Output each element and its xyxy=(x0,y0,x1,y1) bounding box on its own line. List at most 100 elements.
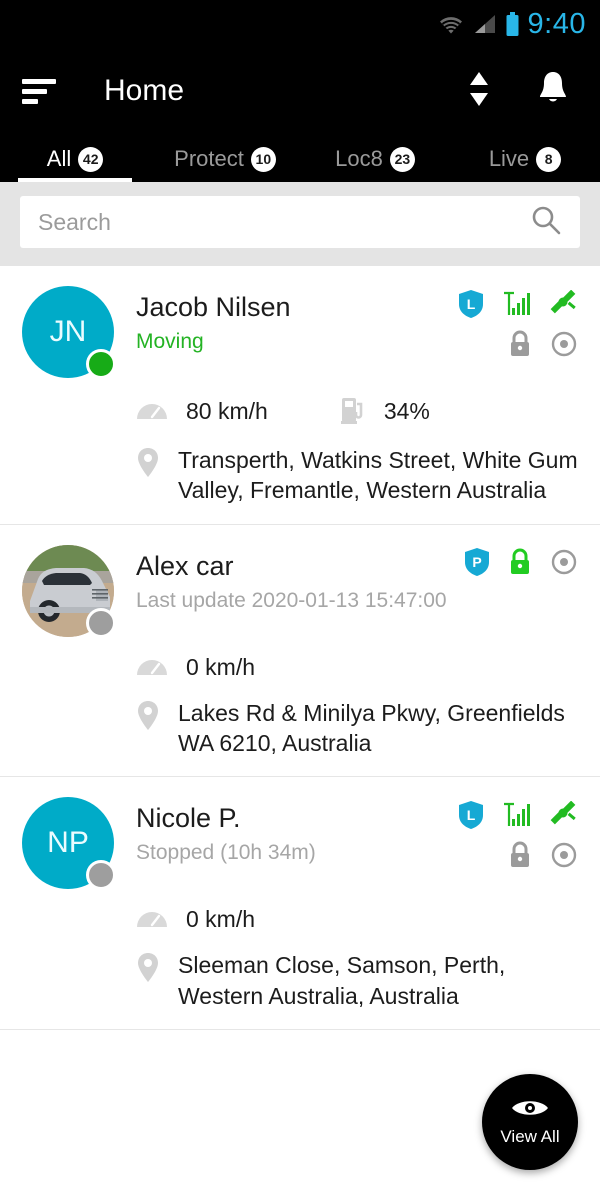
bell-icon[interactable] xyxy=(536,70,570,113)
target-icon[interactable] xyxy=(550,330,578,363)
tab-all-badge: 42 xyxy=(78,146,104,172)
target-icon[interactable] xyxy=(550,841,578,874)
wifi-icon xyxy=(437,13,465,35)
speed-metric: 80 km/h xyxy=(136,397,268,426)
satellite-icon xyxy=(548,289,578,323)
list-item-address: Transperth, Watkins Street, White Gum Va… xyxy=(22,445,578,506)
list-item-name: Nicole P. xyxy=(136,803,241,834)
list-item-header: JN Jacob Nilsen Moving L xyxy=(22,286,578,379)
speedometer-icon xyxy=(136,397,168,426)
tab-live[interactable]: Live 8 xyxy=(450,136,600,182)
tab-protect-badge: 10 xyxy=(250,146,276,172)
svg-text:L: L xyxy=(467,296,476,312)
status-badges: L xyxy=(458,286,578,360)
lock-icon[interactable] xyxy=(508,330,532,363)
sort-updown-icon[interactable] xyxy=(466,69,492,114)
lock-icon[interactable] xyxy=(508,841,532,874)
app-bar-actions xyxy=(466,69,578,114)
list-item-status: Last update 2020-01-13 15:47:00 xyxy=(136,588,447,612)
list-item-status: Moving xyxy=(136,330,204,354)
list-item-header: Alex car Last update 2020-01-13 15:47:00… xyxy=(22,544,578,638)
tab-loc8-label: Loc8 xyxy=(335,146,383,171)
list-item[interactable]: Alex car Last update 2020-01-13 15:47:00… xyxy=(0,525,600,778)
status-badge-row-top: P xyxy=(464,548,578,581)
filter-sort-icon[interactable] xyxy=(22,76,58,106)
tab-protect[interactable]: Protect 10 xyxy=(150,136,300,182)
list-item-metrics: 0 km/h xyxy=(22,653,578,682)
tab-all-label: All xyxy=(46,146,72,171)
status-badge-row-bottom xyxy=(508,841,578,874)
eye-icon xyxy=(510,1097,550,1124)
view-all-fab[interactable]: View All xyxy=(482,1074,578,1170)
status-dot xyxy=(86,349,116,379)
view-all-label: View All xyxy=(500,1127,560,1146)
app-root: 9:40 Home All 42 Protect 10 Loc8 23 Live… xyxy=(0,0,600,1200)
tab-loc8[interactable]: Loc8 23 xyxy=(300,136,450,182)
status-dot xyxy=(86,860,116,891)
status-dot xyxy=(86,607,116,638)
speed-value: 0 km/h xyxy=(186,653,256,680)
signal-bars-icon xyxy=(502,290,530,323)
status-badge-row-top: L xyxy=(458,800,578,834)
address-text: Sleeman Close, Samson, Perth, Western Au… xyxy=(178,952,506,1009)
list-item[interactable]: NP Nicole P. Stopped (10h 34m) L 0 km/h … xyxy=(0,777,600,1031)
search-bar-container xyxy=(0,182,600,266)
speedometer-icon xyxy=(136,653,168,682)
status-badges: L xyxy=(458,797,578,871)
tab-protect-label: Protect xyxy=(174,146,244,171)
list-item[interactable]: JN Jacob Nilsen Moving L 80 km/h 34% Tra… xyxy=(0,266,600,525)
fuel-metric: 34% xyxy=(340,394,430,429)
list-item-status: Stopped (10h 34m) xyxy=(136,841,316,865)
list-item-name: Jacob Nilsen xyxy=(136,292,291,322)
device-list: JN Jacob Nilsen Moving L 80 km/h 34% Tra… xyxy=(0,266,600,1031)
tab-all[interactable]: All 42 xyxy=(0,136,150,182)
shield-l-icon[interactable]: L xyxy=(458,800,484,835)
shield-p-icon[interactable]: P xyxy=(464,547,490,582)
lock-icon[interactable] xyxy=(508,548,532,581)
list-item-metrics: 80 km/h 34% xyxy=(22,394,578,429)
battery-icon xyxy=(505,11,520,37)
list-item-header: NP Nicole P. Stopped (10h 34m) L xyxy=(22,797,578,891)
tab-live-badge: 8 xyxy=(536,146,562,172)
fuel-value: 34% xyxy=(383,398,430,424)
map-pin-icon xyxy=(136,698,160,737)
search-input[interactable] xyxy=(38,208,530,236)
map-pin-icon xyxy=(136,950,160,989)
search-icon[interactable] xyxy=(530,204,562,241)
tab-bar: All 42 Protect 10 Loc8 23 Live 8 xyxy=(0,134,600,182)
status-badge-row-top: L xyxy=(458,289,578,323)
avatar[interactable]: JN xyxy=(22,286,116,379)
speed-value: 80 km/h xyxy=(186,398,268,424)
map-pin-icon xyxy=(136,445,160,484)
list-item-address: Sleeman Close, Samson, Perth, Western Au… xyxy=(22,950,578,1011)
satellite-icon xyxy=(548,800,578,834)
speed-metric: 0 km/h xyxy=(136,905,255,934)
tab-active-indicator xyxy=(18,178,132,182)
status-badge-row-bottom xyxy=(508,330,578,363)
cellular-signal-icon xyxy=(473,13,497,35)
target-icon[interactable] xyxy=(550,548,578,581)
status-bar-clock: 9:40 xyxy=(527,7,586,40)
address-text: Lakes Rd & Minilya Pkwy, Greenfields WA … xyxy=(178,699,565,757)
speed-value: 0 km/h xyxy=(186,906,256,933)
fuel-pump-icon xyxy=(340,394,366,429)
speedometer-icon xyxy=(136,905,168,934)
list-item-name: Alex car xyxy=(136,550,234,581)
avatar[interactable]: NP xyxy=(22,797,116,891)
address-text: Transperth, Watkins Street, White Gum Va… xyxy=(178,447,578,504)
search-box[interactable] xyxy=(20,196,580,248)
list-item-address: Lakes Rd & Minilya Pkwy, Greenfields WA … xyxy=(22,698,578,759)
signal-bars-icon xyxy=(502,801,530,834)
avatar[interactable] xyxy=(22,544,116,638)
app-bar: Home xyxy=(0,48,600,134)
list-item-text: Jacob Nilsen Moving xyxy=(114,286,458,354)
page-title: Home xyxy=(104,74,185,107)
svg-text:L: L xyxy=(467,807,476,823)
status-bar: 9:40 xyxy=(0,0,600,48)
tab-live-label: Live xyxy=(488,146,530,171)
svg-text:P: P xyxy=(472,554,481,570)
status-badges: P xyxy=(464,545,578,579)
speed-metric: 0 km/h xyxy=(136,653,255,682)
shield-l-icon[interactable]: L xyxy=(458,289,484,324)
tab-loc8-badge: 23 xyxy=(389,146,415,172)
